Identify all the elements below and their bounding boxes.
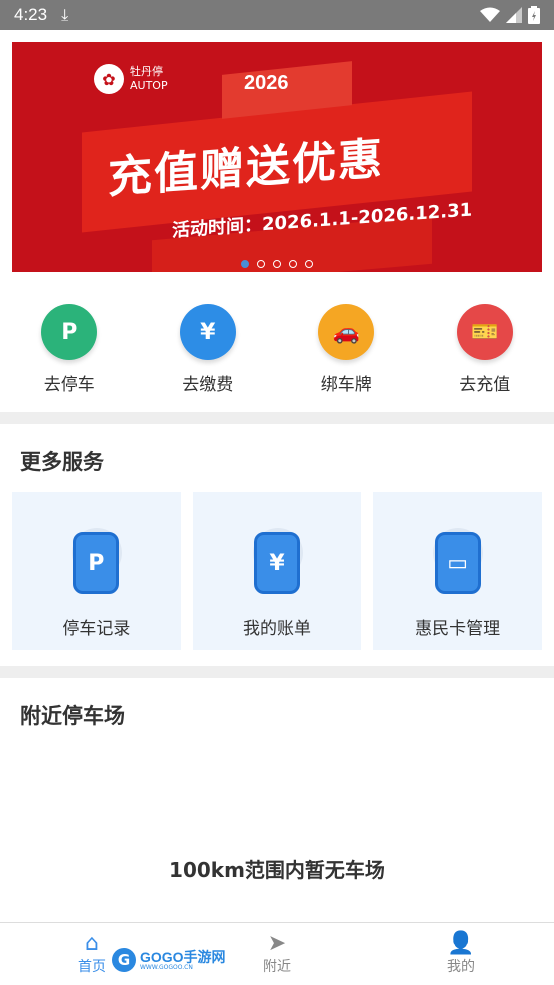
quick-action-label: 去停车 <box>44 370 95 395</box>
status-time: 4:23 <box>14 5 47 25</box>
car-icon: 🚗 <box>318 304 374 360</box>
tab-mine[interactable]: 👤 我的 <box>438 923 484 985</box>
status-icons <box>480 6 540 24</box>
carousel-dot[interactable] <box>257 260 265 268</box>
section-divider <box>0 666 554 678</box>
go-pay-button[interactable]: ¥ 去缴费 <box>139 296 278 406</box>
recharge-button[interactable]: 🎫 去充值 <box>416 296 554 406</box>
signal-icon <box>506 7 522 23</box>
parking-records-card[interactable]: P 停车记录 <box>12 492 181 650</box>
services-grid: P 停车记录 ¥ 我的账单 ▭ 惠民卡管理 <box>12 492 542 650</box>
status-bar: 4:23 ⤓ <box>0 0 554 30</box>
ticket-icon: 🎫 <box>457 304 513 360</box>
go-parking-button[interactable]: P 去停车 <box>0 296 139 406</box>
quick-action-label: 绑车牌 <box>321 370 372 395</box>
carousel-dot[interactable] <box>273 260 281 268</box>
bill-icon: ¥ <box>254 532 300 594</box>
navigation-icon: ➤ <box>268 932 286 956</box>
more-services-title: 更多服务 <box>20 446 104 476</box>
payment-icon: ¥ <box>180 304 236 360</box>
brand-name-en: AUTOP <box>130 79 168 93</box>
service-label: 停车记录 <box>62 614 130 639</box>
parking-record-icon: P <box>73 532 119 594</box>
brand-name: 牡丹停 <box>130 65 168 79</box>
tab-mine-label: 我的 <box>447 956 475 976</box>
promo-banner[interactable]: ✿ 牡丹停 AUTOP 2026 充值赠送优惠 活动时间：2026.1.1-20… <box>12 42 542 272</box>
carousel-dot[interactable] <box>241 260 249 268</box>
peony-logo-icon: ✿ <box>94 64 124 94</box>
download-icon: ⤓ <box>61 5 68 25</box>
service-label: 惠民卡管理 <box>415 614 500 639</box>
card-icon: ▭ <box>435 532 481 594</box>
bind-plate-button[interactable]: 🚗 绑车牌 <box>277 296 416 406</box>
carousel-dot[interactable] <box>305 260 313 268</box>
battery-icon <box>528 6 540 24</box>
section-divider <box>0 412 554 424</box>
home-icon: ⌂ <box>85 932 99 956</box>
parking-icon: P <box>41 304 97 360</box>
watermark-logo: G GOGO手游网 WWW.GOGOO.CN <box>112 948 226 972</box>
carousel-dot[interactable] <box>289 260 297 268</box>
wifi-icon <box>480 7 500 23</box>
watermark-sub: WWW.GOGOO.CN <box>140 964 226 971</box>
carousel-dots <box>12 260 542 268</box>
tab-bar: ⌂ 首页 ➤ 附近 👤 我的 <box>0 922 554 984</box>
service-label: 我的账单 <box>243 614 311 639</box>
empty-message: 100km范围内暂无车场 <box>0 854 554 883</box>
brand-logo: ✿ 牡丹停 AUTOP <box>94 64 168 94</box>
benefit-card-management-card[interactable]: ▭ 惠民卡管理 <box>373 492 542 650</box>
banner-year: 2026 <box>244 72 289 95</box>
watermark-icon: G <box>112 948 136 972</box>
watermark-text: GOGO手游网 <box>140 950 226 964</box>
tab-home[interactable]: ⌂ 首页 <box>70 923 114 985</box>
my-bills-card[interactable]: ¥ 我的账单 <box>193 492 362 650</box>
quick-action-label: 去缴费 <box>182 370 233 395</box>
tab-nearby[interactable]: ➤ 附近 <box>254 923 300 985</box>
quick-action-label: 去充值 <box>459 370 510 395</box>
tab-nearby-label: 附近 <box>263 956 291 976</box>
user-icon: 👤 <box>447 932 474 956</box>
tab-home-label: 首页 <box>78 956 106 976</box>
nearby-title: 附近停车场 <box>20 700 125 730</box>
quick-actions: P 去停车 ¥ 去缴费 🚗 绑车牌 🎫 去充值 <box>0 296 554 406</box>
